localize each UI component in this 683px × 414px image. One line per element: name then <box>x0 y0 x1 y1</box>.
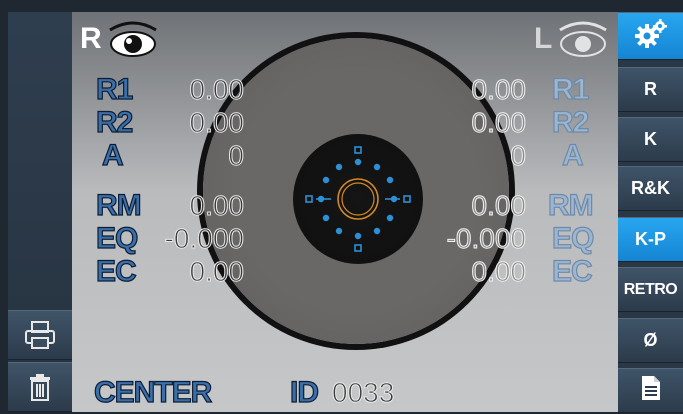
label-r2-right: R2 <box>551 106 590 139</box>
gears-icon <box>633 18 669 54</box>
value-r1-left: 0.00 <box>189 74 245 105</box>
label-r1-left: R1 <box>95 73 134 106</box>
label-ec-right: EC <box>551 255 593 288</box>
value-r2-right: 0.00 <box>471 107 527 138</box>
mode-label: CENTER <box>93 376 213 409</box>
label-a-left: A <box>101 139 124 172</box>
value-rm-right: 0.00 <box>471 190 527 221</box>
value-r1-right: 0.00 <box>471 74 527 105</box>
ring-inner <box>341 182 375 216</box>
value-a-right: 0 <box>510 140 527 171</box>
document-button[interactable] <box>618 368 683 413</box>
menu-button-r-and-k[interactable]: R&K <box>618 166 683 211</box>
value-rm-left: 0.00 <box>189 190 245 221</box>
eye-open-icon <box>98 18 168 63</box>
trash-icon <box>26 372 54 402</box>
label-rm-left: RM <box>95 189 142 222</box>
menu-button-k-p[interactable]: K-P <box>618 217 683 262</box>
alignment-target <box>305 146 411 252</box>
settings-button[interactable] <box>618 12 683 60</box>
label-ec-left: EC <box>95 255 137 288</box>
value-eq-left: -0.000 <box>164 223 244 254</box>
menu-button-r[interactable]: R <box>618 67 683 112</box>
eye-closed-icon <box>548 18 618 63</box>
menu-button-k[interactable]: K <box>618 117 683 162</box>
right-menu: R K R&K K-P RETRO Ø <box>618 12 683 413</box>
label-r2-left: R2 <box>95 106 134 139</box>
left-toolbar <box>8 12 72 412</box>
label-rm-right: RM <box>547 189 594 222</box>
label-r1-right: R1 <box>551 73 590 106</box>
value-a-left: 0 <box>228 140 245 171</box>
id-label: ID <box>289 376 319 409</box>
value-ec-left: 0.00 <box>189 256 245 287</box>
value-r2-left: 0.00 <box>189 107 245 138</box>
id-value: 0033 <box>331 377 395 408</box>
menu-button-retro[interactable]: RETRO <box>618 267 683 312</box>
value-ec-right: 0.00 <box>471 256 527 287</box>
document-icon <box>640 374 662 407</box>
printer-icon <box>23 320 57 350</box>
delete-button[interactable] <box>8 362 72 412</box>
menu-button-diameter[interactable]: Ø <box>618 318 683 363</box>
label-eq-right: EQ <box>551 222 595 255</box>
ring-outer <box>337 178 379 220</box>
label-a-right: A <box>561 139 584 172</box>
measurement-view: R L R1 0.00 R2 0.00 A 0 RM 0.00 EQ -0.00… <box>72 12 618 412</box>
label-eq-left: EQ <box>95 222 139 255</box>
print-button[interactable] <box>8 310 72 360</box>
value-eq-right: -0.000 <box>446 223 526 254</box>
